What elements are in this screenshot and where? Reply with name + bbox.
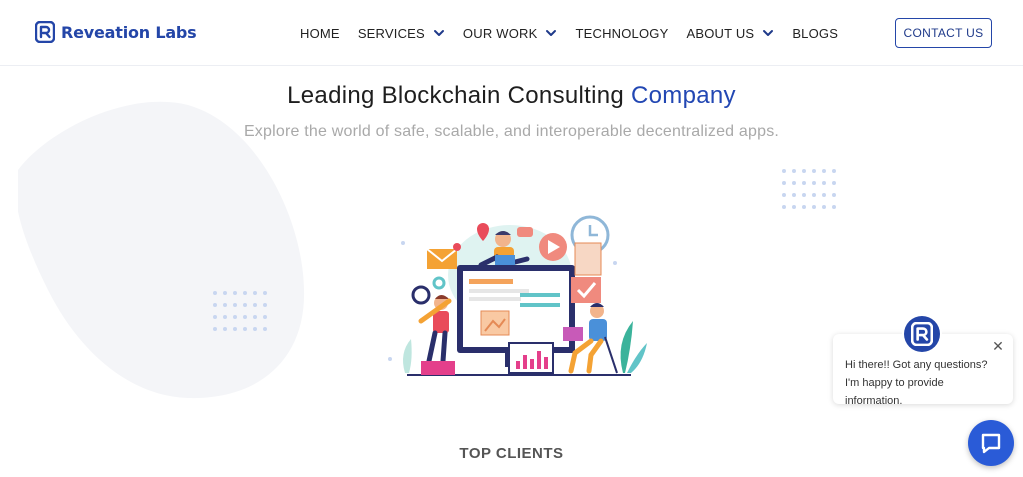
top-clients-heading: TOP CLIENTS [459,445,564,462]
chevron-down-icon [433,30,444,36]
site-header: Reveation Labs HOME SERVICES OUR WORK TE… [0,0,1023,66]
nav-item-label: TECHNOLOGY [575,25,669,41]
nav-item-our-work[interactable]: OUR WORK [463,26,558,41]
hero-title: Leading Blockchain Consulting Company [0,82,1023,110]
nav-item-about-us[interactable]: ABOUT US [686,26,774,41]
nav-item-technology[interactable]: TECHNOLOGY [575,26,668,41]
hero-title-main: Leading Blockchain Consulting [287,82,632,109]
close-icon[interactable]: ✕ [991,339,1005,353]
chat-icon [981,433,1001,454]
nav-item-label: OUR WORK [462,25,538,41]
nav-item-label: HOME [300,25,340,41]
contact-us-button[interactable]: CONTACT US [895,18,992,48]
chevron-down-icon [763,30,774,36]
chevron-down-icon [546,30,557,36]
dot-grid-decoration [213,291,267,331]
chat-agent-avatar [904,316,940,352]
nav-item-blogs[interactable]: BLOGS [792,26,838,41]
brand-logo-icon [35,21,55,43]
hero-title-accent: Company [631,82,736,109]
hero-subtitle: Explore the world of safe, scalable, and… [243,123,780,140]
nav-item-label: BLOGS [792,25,839,41]
nav-item-label: ABOUT US [686,25,755,41]
chat-launcher-button[interactable] [968,420,1014,466]
brand-logo[interactable]: Reveation Labs [35,21,197,43]
dot-grid-decoration [782,169,836,209]
main-nav: HOME SERVICES OUR WORK TECHNOLOGY ABOUT … [300,0,856,66]
background-blob [18,101,305,399]
chat-greeting-text: Hi there!! Got any questions? I'm happy … [845,359,988,407]
brand-logo-icon [911,322,933,346]
nav-item-label: SERVICES [357,25,425,41]
brand-name: Reveation Labs [61,22,197,42]
nav-item-services[interactable]: SERVICES [358,26,445,41]
nav-item-home[interactable]: HOME [300,26,340,41]
hero-illustration [388,215,647,376]
